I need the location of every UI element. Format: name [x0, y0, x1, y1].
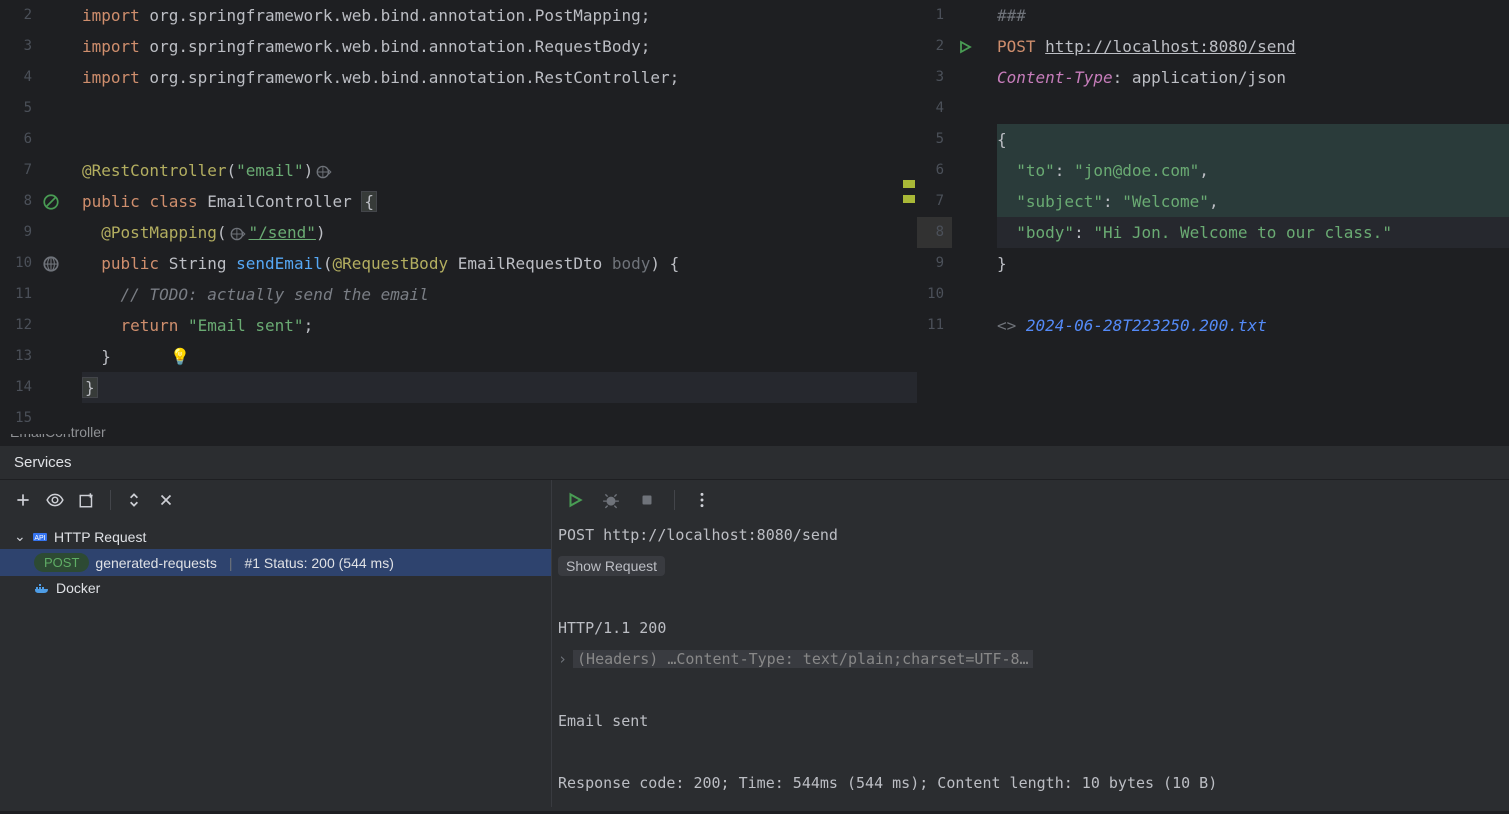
line-number: 2: [0, 0, 40, 31]
tree-item-docker[interactable]: Docker: [0, 576, 551, 600]
http-request-content[interactable]: ### POST http://localhost:8080/send Cont…: [982, 0, 1509, 341]
scroll-marker[interactable]: [903, 180, 915, 188]
close-icon[interactable]: [157, 491, 175, 509]
line-number: 12: [0, 310, 40, 341]
block-icon: [42, 192, 60, 210]
line-number: 11: [0, 279, 40, 310]
chevron-down-icon: ⌄: [14, 528, 26, 545]
line-number: 10: [0, 248, 40, 279]
run-icon[interactable]: [566, 491, 584, 509]
line-number: 9: [0, 217, 40, 248]
tree-item-http-request[interactable]: ⌄ API HTTP Request: [0, 524, 551, 549]
globe-dropdown-icon[interactable]: [227, 223, 249, 242]
services-panel: Services ⌄ API HTTP Request POST generat: [0, 446, 1509, 811]
show-request-button[interactable]: Show Request: [558, 556, 665, 576]
expand-icon[interactable]: [125, 491, 143, 509]
api-icon: API: [32, 529, 48, 545]
line-number: 5: [0, 93, 40, 124]
services-tree: ⌄ API HTTP Request POST generated-reques…: [0, 520, 551, 604]
line-number: 13: [0, 341, 40, 372]
editor-right[interactable]: 1 2 3 4 5 6 7 8 9 10 11 ### POST http://…: [917, 0, 1509, 417]
add-icon[interactable]: [14, 491, 32, 509]
line-number: 7: [0, 155, 40, 186]
line-number: 8: [0, 186, 40, 217]
globe-dropdown-icon[interactable]: [313, 161, 335, 180]
stop-icon[interactable]: [638, 491, 656, 509]
panel-title: Services: [0, 446, 1509, 480]
fold-icon[interactable]: ›: [558, 650, 567, 668]
line-number: 3: [0, 31, 40, 62]
services-toolbar: [0, 480, 551, 520]
tree-item-request[interactable]: POST generated-requests | #1 Status: 200…: [0, 549, 551, 576]
line-number: 15: [0, 403, 40, 434]
gutter-left: 2 3 4 5 6 7 8 9 10 11 12 13 14 15: [0, 0, 70, 434]
gutter-right: 1 2 3 4 5 6 7 8 9 10 11: [917, 0, 982, 341]
bulb-icon[interactable]: 💡: [170, 341, 190, 372]
line-number: 6: [0, 124, 40, 155]
new-window-icon[interactable]: [78, 491, 96, 509]
bug-icon[interactable]: [602, 491, 620, 509]
response-toolbar: [552, 480, 1509, 520]
code-content[interactable]: import org.springframework.web.bind.anno…: [70, 0, 917, 434]
run-icon[interactable]: [957, 36, 973, 67]
eye-icon[interactable]: [46, 491, 64, 509]
more-icon[interactable]: [693, 491, 711, 509]
web-icon: [42, 254, 60, 272]
docker-icon: [34, 580, 50, 596]
editor-left[interactable]: 2 3 4 5 6 7 8 9 10 11 12 13 14 15: [0, 0, 917, 417]
line-number: 14: [0, 372, 40, 403]
method-badge: POST: [34, 553, 89, 572]
response-content[interactable]: POST http://localhost:8080/send Show Req…: [552, 520, 1509, 799]
scroll-marker[interactable]: [903, 195, 915, 203]
svg-text:API: API: [34, 535, 45, 542]
line-number: 4: [0, 62, 40, 93]
